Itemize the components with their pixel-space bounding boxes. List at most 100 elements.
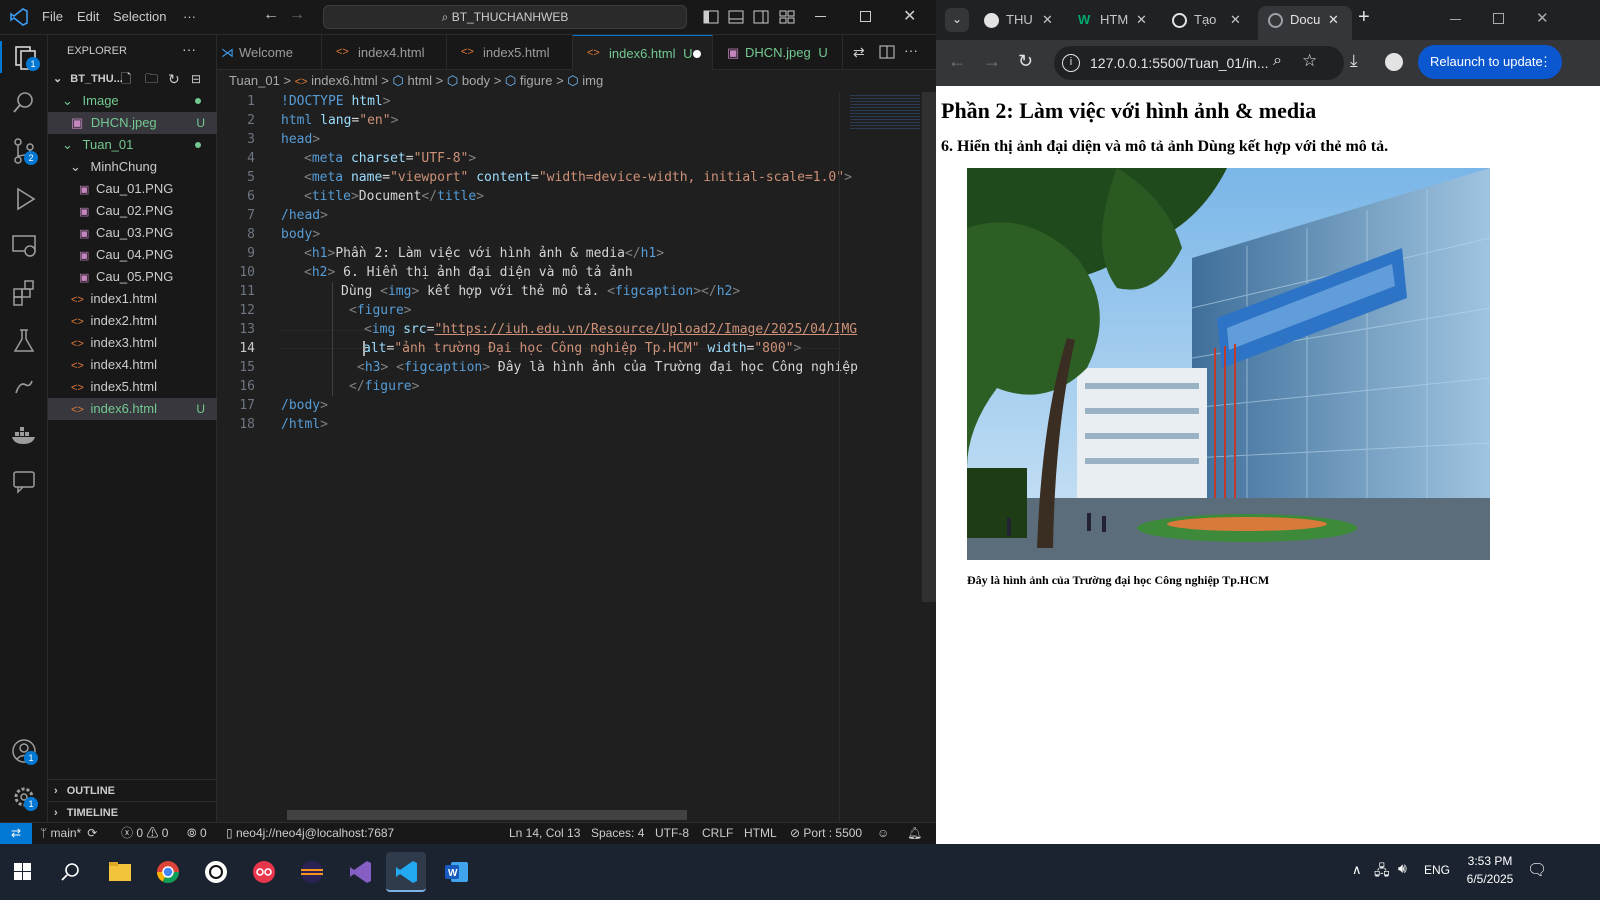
branch-indicator[interactable]: ᛘ main* ⟳ [40,823,97,844]
unsaved-dot-icon[interactable] [693,50,701,58]
close-tab-icon[interactable]: ✕ [1042,6,1053,34]
language-mode[interactable]: HTML [744,823,777,844]
remote-indicator-icon[interactable]: ⇄ [0,823,32,844]
tree-file-dhcn-jpeg[interactable]: ▣ DHCN.jpeg U [48,112,217,134]
git-graph-icon[interactable] [8,371,40,403]
network-icon[interactable]: 🖧︎ [1374,860,1390,884]
file-explorer-icon[interactable] [100,852,140,892]
maximize-icon[interactable] [860,11,871,22]
close-tab-icon[interactable]: ✕ [1230,6,1241,34]
tab-index5[interactable]: <> index5.html [447,35,573,70]
openai-taskbar-icon[interactable] [196,852,236,892]
tab-index6[interactable]: <> index6.html U [573,35,713,70]
breadcrumb-item[interactable]: Tuan_01 [229,73,280,88]
end-of-line[interactable]: CRLF [702,823,733,844]
encoding[interactable]: UTF-8 [655,823,689,844]
command-center[interactable]: ⌕ BT_THUCHANHWEB [323,5,687,29]
tab-welcome[interactable]: ⋊ Welcome [217,35,322,70]
explorer-icon[interactable]: 1 [0,41,48,73]
back-arrow-icon[interactable]: ← [263,6,279,24]
split-editor-icon[interactable] [879,45,895,59]
forward-arrow-icon[interactable]: → [289,6,305,24]
download-icon[interactable]: ⤓ [1350,51,1358,71]
bookmark-star-icon[interactable]: ☆ [1302,51,1317,71]
tree-file-index2[interactable]: <> index2.html [48,310,217,332]
notification-center-icon[interactable]: 🗨︎ [1527,860,1547,880]
source-control-icon[interactable]: 2 [8,135,40,167]
minimize-icon[interactable] [815,16,826,17]
refresh-icon[interactable]: ↻ [168,68,180,90]
tree-file-index6[interactable]: <> index6.html U [48,398,217,420]
tree-folder-tuan01[interactable]: ⌄ Tuan_01 [48,134,217,156]
eclipse-taskbar-icon[interactable] [292,852,332,892]
remote-explorer-icon[interactable] [8,229,40,261]
tree-file-cau01[interactable]: ▣ Cau_01.PNG [48,178,217,200]
db-connection[interactable]: ▯ neo4j://neo4j@localhost:7687 [226,823,394,844]
editor-more-icon[interactable]: ··· [904,42,918,58]
open-changes-icon[interactable]: ⇄ [853,44,865,61]
horizontal-scrollbar[interactable] [287,810,687,820]
search-icon[interactable] [8,87,40,119]
visual-studio-taskbar-icon[interactable] [340,852,380,892]
tab-dhcn-jpeg[interactable]: ▣ DHCN.jpeg U [713,35,843,70]
breadcrumb-item[interactable]: index6.html [311,73,377,88]
close-tab-icon[interactable]: ✕ [1136,6,1147,34]
clock[interactable]: 3:53 PM 6/5/2025 [1458,854,1522,886]
live-server-port[interactable]: ⊘ Port : 5500 [790,823,862,844]
docker-icon[interactable] [8,419,40,451]
toggle-primary-sidebar-icon[interactable] [703,10,719,24]
tree-file-index5[interactable]: <> index5.html [48,376,217,398]
tree-file-index3[interactable]: <> index3.html [48,332,217,354]
menu-file[interactable]: File [42,9,63,24]
maximize-icon[interactable] [1493,13,1504,24]
tree-file-cau05[interactable]: ▣ Cau_05.PNG [48,266,217,288]
menu-more[interactable]: ··· [183,9,196,24]
problems-indicator[interactable]: ⓧ 0 ⚠ 0 [121,823,168,844]
vscode-taskbar-icon[interactable] [386,852,426,892]
back-arrow-icon[interactable]: ← [948,51,966,72]
new-tab-plus-icon[interactable]: + [1358,6,1370,29]
breadcrumb-item[interactable]: body [462,73,490,88]
tree-file-cau04[interactable]: ▣ Cau_04.PNG [48,244,217,266]
more-vert-icon[interactable]: ⋮ [1539,45,1552,79]
breadcrumb-item[interactable]: html [407,73,432,88]
minimize-icon[interactable] [1450,19,1461,20]
tree-file-cau03[interactable]: ▣ Cau_03.PNG [48,222,217,244]
tree-file-index1[interactable]: <> index1.html [48,288,217,310]
accounts-icon[interactable]: 1 [8,735,40,767]
new-folder-icon[interactable]: 🗀 [145,68,158,90]
word-taskbar-icon[interactable]: W [436,852,476,892]
explorer-more-icon[interactable]: ··· [182,41,196,57]
chrome-tab[interactable]: W HTM ✕ [1072,6,1158,40]
outline-section[interactable]: › OUTLINE [48,779,217,801]
close-icon[interactable]: ✕ [903,6,916,26]
start-button[interactable] [2,852,42,892]
forward-arrow-icon[interactable]: → [983,51,1001,72]
tree-folder-minhchung[interactable]: ⌄ MinhChung [48,156,217,178]
code-editor[interactable]: 1 2 3 4 5 6 7 8 9 10 11 12 13 14 15 16 1… [217,92,858,847]
minimap[interactable] [839,92,924,852]
zoom-icon[interactable]: ⌕ [1273,52,1282,70]
taskbar-search-icon[interactable] [50,852,90,892]
cursor-position[interactable]: Ln 14, Col 13 [509,823,580,844]
timeline-section[interactable]: › TIMELINE [48,801,217,823]
app-taskbar-icon[interactable] [244,852,284,892]
tree-file-index4[interactable]: <> index4.html [48,354,217,376]
chrome-tab-active[interactable]: Docu ✕ [1258,6,1352,40]
volume-icon[interactable]: 🔊︎ [1398,860,1407,877]
extensions-icon[interactable] [8,277,40,309]
new-file-icon[interactable]: 🗋 [121,68,131,90]
indentation[interactable]: Spaces: 4 [591,823,644,844]
profile-avatar-icon[interactable] [1385,53,1403,71]
manage-gear-icon[interactable]: 1 [8,781,40,813]
run-debug-icon[interactable] [8,183,40,215]
testing-icon[interactable] [8,325,40,357]
menu-selection[interactable]: Selection [113,9,166,24]
toggle-secondary-sidebar-icon[interactable] [753,10,769,24]
breadcrumb-item[interactable]: img [582,73,603,88]
chrome-tab[interactable]: Tạo ✕ [1166,6,1252,40]
customize-layout-icon[interactable] [779,10,795,24]
show-hidden-icons-chevron-icon[interactable]: ∧ [1352,862,1362,878]
address-bar[interactable]: i 127.0.0.1:5500/Tuan_01/in... [1054,46,1344,80]
input-language[interactable]: ENG [1424,863,1450,877]
